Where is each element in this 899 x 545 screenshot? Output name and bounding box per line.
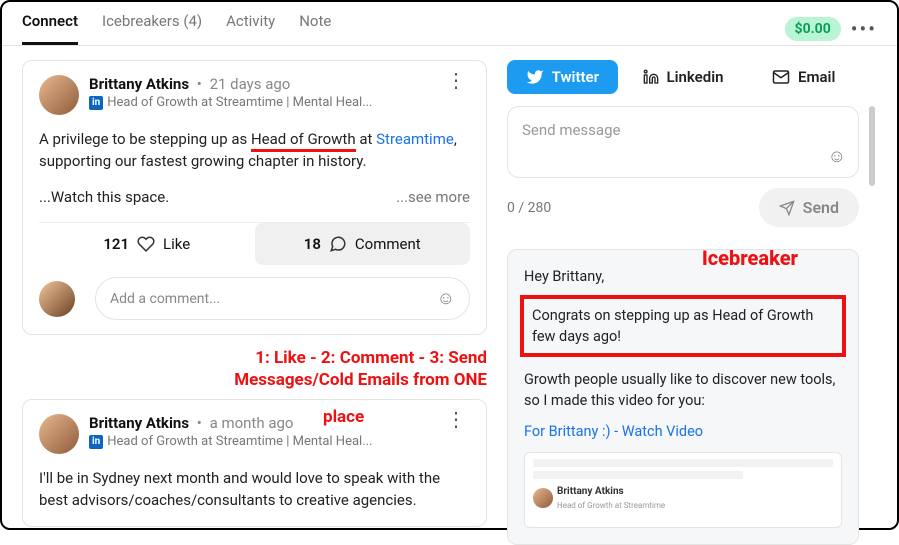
- avatar[interactable]: [39, 75, 79, 115]
- company-link[interactable]: Streamtime: [376, 130, 454, 148]
- post-author-line: Brittany Atkins • a month ago: [89, 414, 442, 432]
- message-column: Twitter Linkedin Email Send message ☺ 0 …: [499, 46, 879, 528]
- email-icon: [772, 68, 790, 86]
- annotation-steps: 1: Like - 2: Comment - 3: Send Messages/…: [22, 347, 487, 391]
- author-name[interactable]: Brittany Atkins: [89, 75, 189, 93]
- post-menu-icon[interactable]: ⋮: [442, 75, 470, 85]
- tab-icebreakers[interactable]: Icebreakers (4): [102, 12, 202, 45]
- message-preview-card: Icebreaker Hey Brittany, Congrats on ste…: [507, 249, 859, 545]
- avatar[interactable]: [39, 414, 79, 454]
- channel-linkedin[interactable]: Linkedin: [628, 60, 739, 94]
- compose-box[interactable]: Send message ☺: [507, 106, 859, 178]
- video-thumbnail[interactable]: Brittany Atkins Head of Growth at Stream…: [524, 452, 842, 528]
- send-button[interactable]: Send: [759, 188, 859, 227]
- see-more-link[interactable]: ...see more: [396, 187, 470, 209]
- heart-icon: [137, 235, 155, 253]
- comment-placeholder: Add a comment...: [110, 291, 220, 307]
- my-avatar[interactable]: [39, 281, 75, 317]
- compose-placeholder: Send message: [522, 121, 844, 139]
- annotation-icebreaker: Icebreaker: [702, 244, 798, 273]
- post-time: a month ago: [210, 414, 294, 432]
- video-link[interactable]: For Brittany :) - Watch Video: [524, 423, 703, 440]
- post-body: A privilege to be stepping up as Head of…: [39, 129, 470, 208]
- author-subtitle: in Head of Growth at Streamtime | Mental…: [89, 95, 442, 110]
- tab-activity[interactable]: Activity: [226, 12, 275, 45]
- post-time: 21 days ago: [210, 75, 291, 93]
- like-button[interactable]: 121 Like: [39, 223, 255, 265]
- post-actions: 121 Like 18 Comment: [39, 222, 470, 265]
- linkedin-badge-icon: in: [89, 96, 103, 110]
- balance-badge[interactable]: $0.00: [785, 17, 841, 41]
- annotation-place: place: [323, 406, 364, 428]
- highlighted-icebreaker: Congrats on stepping up as Head of Growt…: [520, 295, 846, 357]
- main-tabs: Connect Icebreakers (4) Activity Note: [22, 12, 331, 45]
- linkedin-icon: [643, 69, 659, 85]
- channel-tabs: Twitter Linkedin Email: [507, 60, 859, 94]
- more-menu-icon[interactable]: •••: [851, 17, 877, 41]
- author-subtitle: in Head of Growth at Streamtime | Mental…: [89, 434, 442, 449]
- scrollbar[interactable]: [869, 106, 875, 186]
- comment-button[interactable]: 18 Comment: [255, 223, 471, 265]
- post-card: Brittany Atkins • 21 days ago in Head of…: [22, 60, 487, 335]
- tab-connect[interactable]: Connect: [22, 12, 78, 45]
- channel-twitter[interactable]: Twitter: [507, 60, 618, 94]
- post-body: I'll be in Sydney next month and would l…: [39, 468, 470, 512]
- channel-email[interactable]: Email: [748, 60, 859, 94]
- comment-icon: [329, 235, 347, 253]
- avatar: [533, 488, 553, 508]
- linkedin-badge-icon: in: [89, 435, 103, 449]
- twitter-icon: [526, 68, 544, 86]
- send-icon: [779, 200, 795, 216]
- comment-input[interactable]: Add a comment... ☺: [95, 277, 470, 320]
- post-author-line: Brittany Atkins • 21 days ago: [89, 75, 442, 93]
- post-card: place Brittany Atkins • a month ago in H…: [22, 399, 487, 527]
- top-bar: Connect Icebreakers (4) Activity Note $0…: [2, 2, 897, 46]
- emoji-icon[interactable]: ☺: [437, 288, 455, 309]
- tab-note[interactable]: Note: [299, 12, 331, 45]
- feed-column: Brittany Atkins • 21 days ago in Head of…: [2, 46, 499, 528]
- message-body: Growth people usually like to discover n…: [524, 369, 842, 411]
- author-name[interactable]: Brittany Atkins: [89, 414, 189, 432]
- char-counter: 0 / 280: [507, 200, 551, 216]
- post-menu-icon[interactable]: ⋮: [442, 414, 470, 424]
- emoji-icon[interactable]: ☺: [828, 146, 846, 167]
- highlighted-phrase: Head of Growth: [251, 130, 356, 152]
